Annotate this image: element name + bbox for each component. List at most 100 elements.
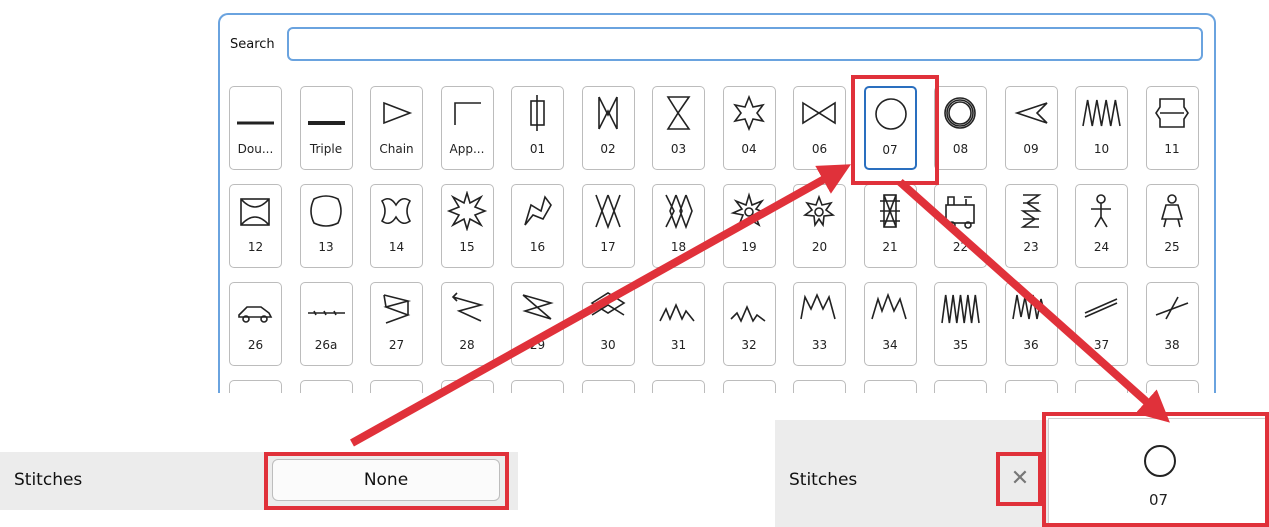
stitch-tile-25[interactable]: 25 — [1145, 184, 1199, 268]
stitch-01-icon — [530, 95, 545, 131]
circle-icon — [874, 98, 907, 130]
stitch-tile-label: 02 — [600, 142, 616, 156]
stitch-tile-label: 33 — [811, 338, 828, 352]
stitches-label-before: Stitches — [14, 470, 83, 490]
stitch-tile-label: 15 — [459, 240, 475, 254]
stitch-tile-26[interactable]: 26 — [229, 282, 282, 366]
stitch-tile-label: 36 — [1023, 338, 1039, 352]
stitch-tile-14[interactable]: 14 — [370, 184, 423, 268]
stitch-tile-30[interactable]: 30 — [581, 282, 635, 366]
stitch-tile-18[interactable]: 18 — [652, 184, 705, 268]
stitch-tile-04[interactable]: 04 — [722, 86, 776, 170]
stitch-tile-label: 12 — [247, 240, 264, 254]
search-input[interactable] — [287, 27, 1203, 61]
stitch-tile-label: 19 — [741, 240, 757, 254]
stitch-09-icon — [1013, 102, 1048, 124]
stitch-tile-09[interactable]: 09 — [1004, 86, 1058, 170]
close-icon[interactable]: ✕ — [1006, 462, 1034, 496]
stitch-tile-partial[interactable] — [652, 380, 705, 393]
stitch-tile-label: 11 — [1164, 142, 1180, 156]
stitch-24-icon — [1091, 194, 1111, 228]
stitch-tile-28[interactable]: 28 — [440, 282, 494, 366]
stitch-tile-07[interactable]: 07 — [863, 86, 917, 170]
stitch-tile-label: 03 — [670, 142, 687, 156]
stitch-tile-26a[interactable]: 26a — [299, 282, 353, 366]
stitch-03-icon — [666, 96, 691, 130]
stitch-tile-06[interactable]: 06 — [793, 86, 846, 170]
stitch-tile-21[interactable]: 21 — [863, 184, 917, 268]
stitch-tile-label: 29 — [529, 338, 546, 352]
stitch-tile-22[interactable]: 22 — [934, 184, 987, 268]
stitch-tile-label: 35 — [952, 338, 969, 352]
stitch-tile-partial[interactable] — [1075, 380, 1128, 393]
stitches-label-after: Stitches — [789, 470, 858, 490]
stitch-36-icon — [1011, 294, 1046, 320]
stitch-15-icon — [446, 191, 487, 231]
stitch-tile-partial[interactable] — [440, 380, 494, 393]
stitch-31-icon — [659, 302, 695, 322]
stitch-34-icon — [870, 292, 907, 320]
stitch-tile-dou[interactable]: Dou... — [229, 86, 282, 170]
stitch-tile-23[interactable]: 23 — [1004, 184, 1058, 268]
stitch-tile-11[interactable]: 11 — [1145, 86, 1199, 170]
stitch-tile-label: 17 — [600, 240, 616, 254]
stitch-tile-label: 14 — [388, 240, 405, 254]
stitch-tile-label: 13 — [318, 240, 334, 254]
stitch-tile-app[interactable]: App... — [440, 86, 494, 170]
stitch-tile-36[interactable]: 36 — [1004, 282, 1058, 366]
stitch-tile-34[interactable]: 34 — [863, 282, 917, 366]
stitch-tile-12[interactable]: 12 — [229, 184, 282, 268]
selected-stitch-button[interactable]: 07 — [1048, 418, 1269, 527]
stitch-tile-partial[interactable] — [1004, 380, 1058, 393]
double-line-icon — [237, 121, 274, 125]
stitch-tile-partial[interactable] — [370, 380, 423, 393]
stitch-tile-partial[interactable] — [793, 380, 846, 393]
stitch-tile-31[interactable]: 31 — [652, 282, 705, 366]
stitch-tile-32[interactable]: 32 — [722, 282, 776, 366]
stitch-tile-35[interactable]: 35 — [934, 282, 987, 366]
stitch-tile-38[interactable]: 38 — [1145, 282, 1199, 366]
stitch-30-icon — [589, 292, 626, 316]
stitch-38-icon — [1155, 296, 1188, 320]
stitch-tile-19[interactable]: 19 — [722, 184, 776, 268]
stitch-tile-16[interactable]: 16 — [511, 184, 564, 268]
stitch-tile-20[interactable]: 20 — [793, 184, 846, 268]
stitch-tile-partial[interactable] — [863, 380, 917, 393]
stitch-tile-label: 07 — [882, 143, 898, 157]
stitch-tile-label: 28 — [459, 338, 475, 352]
stitch-04-icon — [732, 94, 765, 132]
stitch-tile-partial[interactable] — [581, 380, 635, 393]
stitch-tile-label: 09 — [1023, 142, 1039, 156]
stitch-32-icon — [729, 304, 765, 323]
stitch-tile-02[interactable]: 02 — [581, 86, 635, 170]
stitch-tile-partial[interactable] — [511, 380, 564, 393]
stitch-tile-partial[interactable] — [229, 380, 282, 393]
stitch-none-button[interactable]: None — [272, 459, 500, 501]
stitch-tile-partial[interactable] — [934, 380, 987, 393]
stitch-tile-33[interactable]: 33 — [793, 282, 846, 366]
stitch-tile-15[interactable]: 15 — [440, 184, 494, 268]
stitch-tile-13[interactable]: 13 — [299, 184, 353, 268]
stitch-02-icon — [597, 96, 618, 130]
stitch-tile-partial[interactable] — [722, 380, 776, 393]
stitch-tile-label: 22 — [952, 240, 969, 254]
stitch-tile-03[interactable]: 03 — [652, 86, 705, 170]
stitch-tile-24[interactable]: 24 — [1075, 184, 1128, 268]
stitch-tile-triple[interactable]: Triple — [299, 86, 353, 170]
stitch-tile-label: 23 — [1023, 240, 1039, 254]
stitch-tile-partial[interactable] — [1145, 380, 1199, 393]
stitch-tile-08[interactable]: 08 — [934, 86, 987, 170]
stitch-tile-37[interactable]: 37 — [1075, 282, 1128, 366]
stitch-tile-chain[interactable]: Chain — [370, 86, 423, 170]
stitch-tile-partial[interactable] — [299, 380, 353, 393]
stitch-tile-label: Chain — [379, 142, 414, 156]
stitch-tile-29[interactable]: 29 — [511, 282, 564, 366]
stitch-tile-17[interactable]: 17 — [581, 184, 635, 268]
stitch-12-icon — [240, 198, 270, 226]
stitch-tile-label: 01 — [529, 142, 546, 156]
stitch-tile-27[interactable]: 27 — [370, 282, 423, 366]
stitch-tile-label: 32 — [741, 338, 757, 352]
stitch-tile-label: 27 — [388, 338, 405, 352]
stitch-tile-01[interactable]: 01 — [511, 86, 564, 170]
stitch-tile-10[interactable]: 10 — [1075, 86, 1128, 170]
